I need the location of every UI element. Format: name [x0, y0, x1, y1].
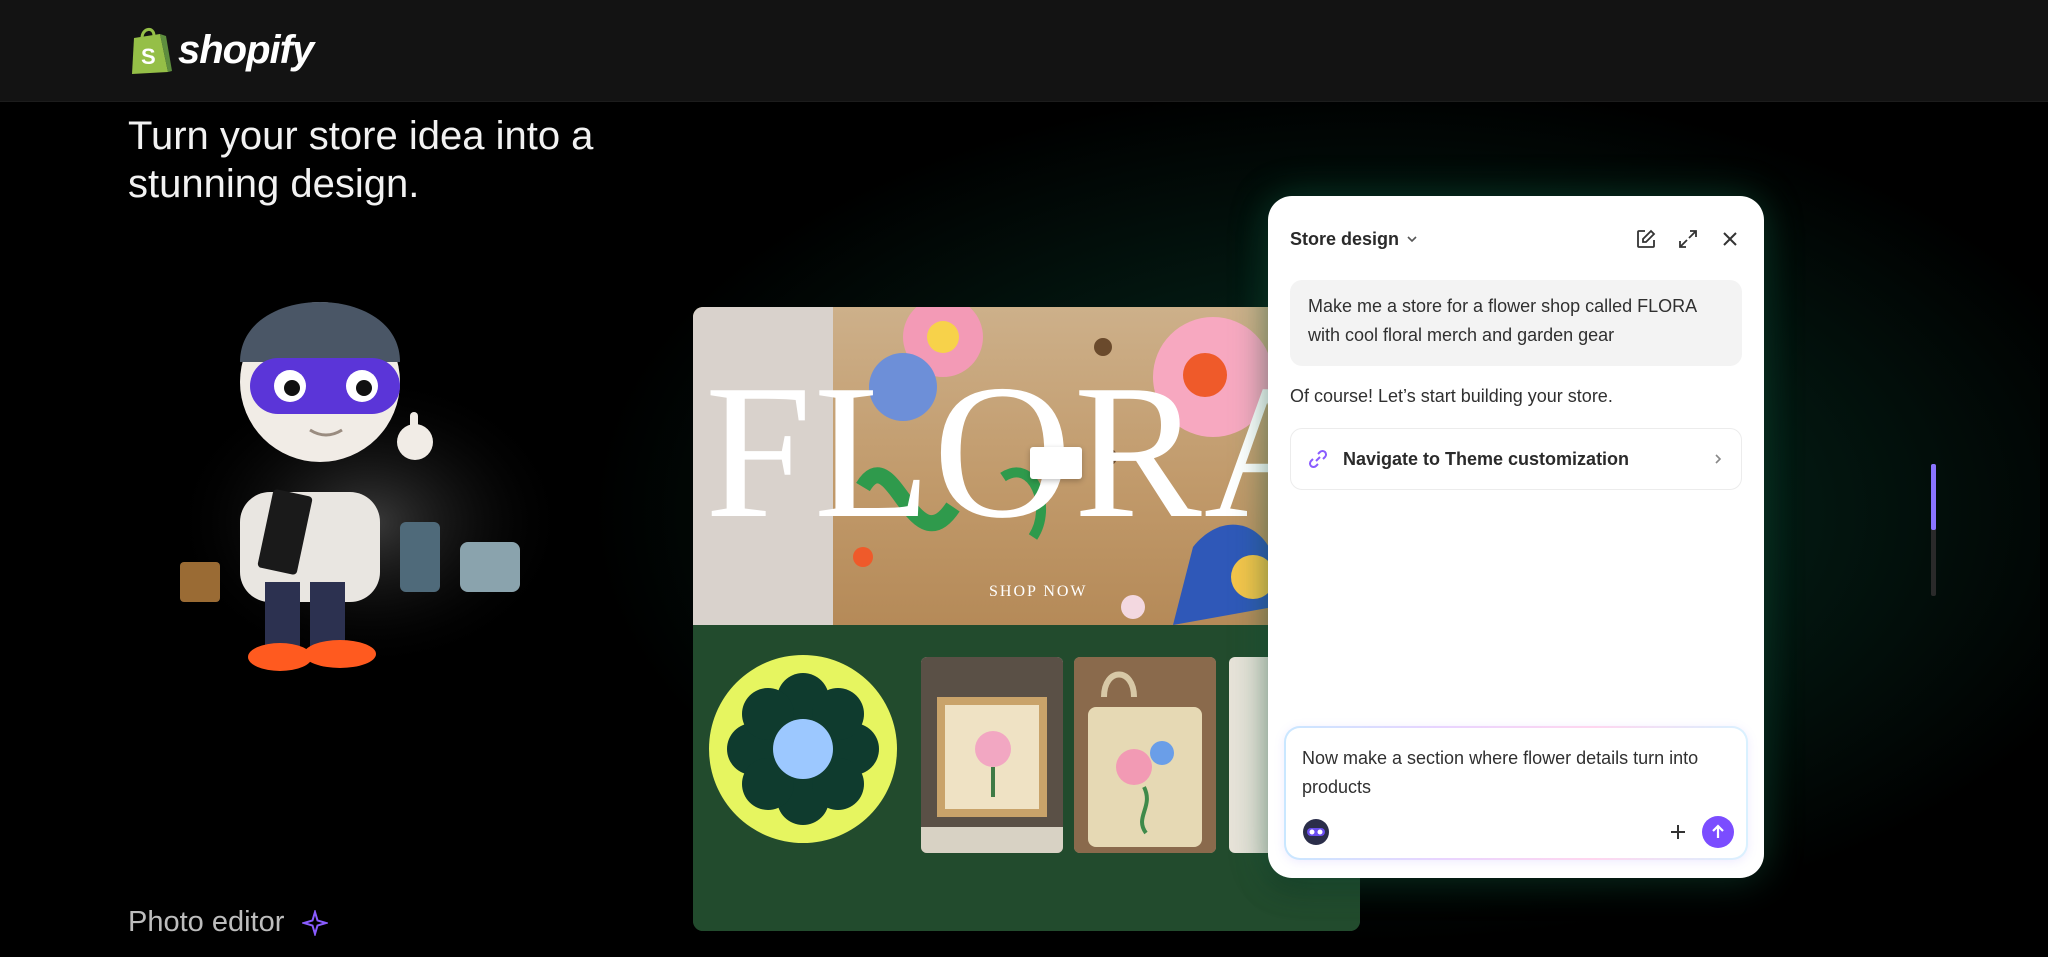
- add-attachment-icon[interactable]: [1666, 820, 1690, 844]
- product-tile-framed-print[interactable]: [921, 657, 1063, 853]
- floating-preview-card: [1030, 447, 1082, 479]
- shopify-wordmark: shopify: [178, 27, 314, 72]
- shopify-bag-icon: S: [132, 28, 172, 74]
- chat-panel: Store design Make me a store for a flowe…: [1268, 196, 1764, 878]
- section-scrollbar[interactable]: [1931, 464, 1936, 596]
- send-button[interactable]: [1702, 816, 1734, 848]
- framed-print-image: [921, 657, 1063, 853]
- expand-icon: [1679, 230, 1697, 248]
- photo-editor-label[interactable]: Photo editor: [128, 906, 329, 939]
- chat-header: Store design: [1290, 224, 1742, 254]
- assistant-message: Of course! Let’s start building your sto…: [1290, 386, 1613, 406]
- edit-icon: [1637, 229, 1656, 248]
- store-hero-banner: FLORA SHOP NOW: [693, 307, 1360, 625]
- chat-composer[interactable]: Now make a section where flower details …: [1284, 726, 1748, 860]
- arrow-up-icon: [1712, 824, 1724, 838]
- close-icon: [1723, 232, 1737, 246]
- tote-bag-image: [1074, 657, 1216, 853]
- mascot-illustration: [170, 302, 560, 672]
- product-row: [693, 625, 1360, 931]
- page-headline: Turn your store idea into a stunning des…: [128, 114, 594, 206]
- chevron-down-icon: [1407, 236, 1417, 243]
- navigate-theme-customization-card[interactable]: Navigate to Theme customization: [1290, 428, 1742, 490]
- shopify-logo[interactable]: S shopify: [128, 24, 314, 76]
- flower-badge-icon: [709, 655, 897, 843]
- chevron-right-icon: [1715, 454, 1722, 464]
- edit-button[interactable]: [1634, 227, 1658, 251]
- composer-input[interactable]: Now make a section where flower details …: [1302, 744, 1732, 802]
- link-icon: [1308, 449, 1328, 469]
- assistant-avatar-icon: [1303, 819, 1329, 845]
- shop-now-link[interactable]: SHOP NOW: [989, 583, 1088, 601]
- svg-text:S: S: [141, 44, 156, 69]
- store-preview: FLORA SHOP NOW: [693, 307, 1360, 931]
- expand-button[interactable]: [1676, 227, 1700, 251]
- sparkle-icon: [302, 909, 329, 936]
- chat-title-text: Store design: [1290, 228, 1400, 249]
- chat-actions: [1634, 227, 1742, 251]
- user-message: Make me a store for a flower shop called…: [1290, 280, 1742, 366]
- photo-editor-text: Photo editor: [128, 906, 285, 938]
- action-card-label: Navigate to Theme customization: [1343, 448, 1630, 469]
- top-bar: S shopify: [0, 0, 2048, 102]
- product-tile-tote-bag[interactable]: [1074, 657, 1216, 853]
- chat-title-dropdown[interactable]: Store design: [1290, 229, 1419, 250]
- close-button[interactable]: [1718, 227, 1742, 251]
- scrollbar-thumb[interactable]: [1931, 464, 1936, 530]
